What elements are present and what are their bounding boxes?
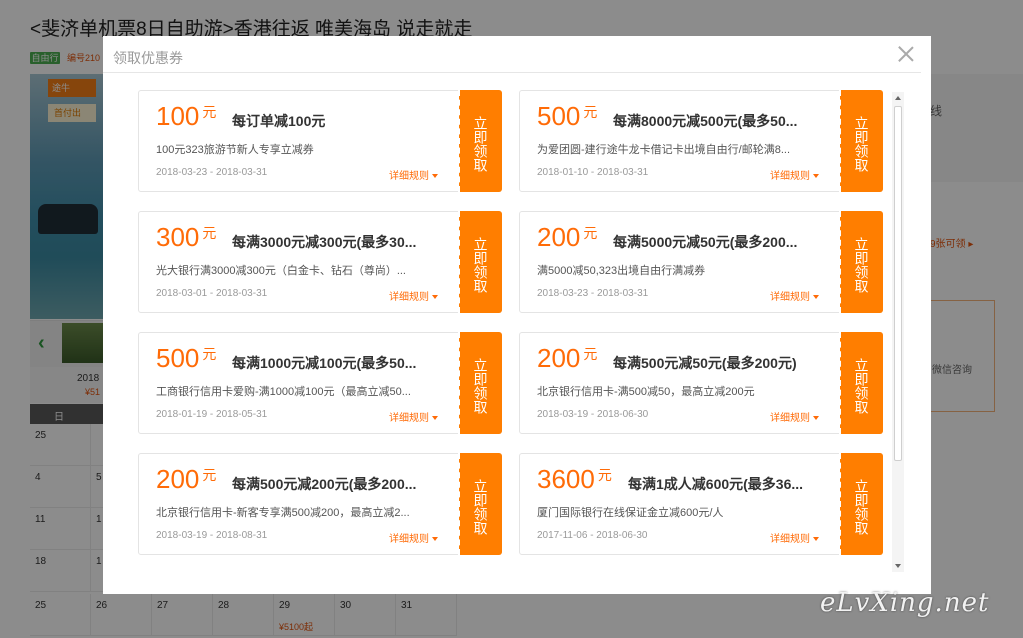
coupon-validity: 2018-03-01 - 2018-03-31: [156, 288, 268, 299]
coupon-description: 北京银行信用卡-满500减50，最高立减200元: [537, 386, 755, 398]
coupon-unit: 元: [597, 467, 612, 483]
coupon-modal: 领取优惠券 100 元每订单减100元 100元323旅游节新人专享立减券 2018-…: [103, 36, 931, 594]
coupon-card: 500 元每满8000元减500元(最多50... 为爱团圆-建行途牛龙卡借记卡出境…: [519, 90, 883, 192]
coupon-validity: 2018-03-19 - 2018-06-30: [537, 409, 649, 420]
coupon-description: 100元323旅游节新人专享立减券: [156, 144, 314, 156]
claim-label: 立即领取: [853, 479, 870, 535]
coupon-rules-link[interactable]: 详细规则: [389, 530, 438, 545]
coupon-rules-link[interactable]: 详细规则: [389, 167, 438, 182]
coupon-validity: 2017-11-06 - 2018-06-30: [537, 530, 648, 541]
coupon-name: 每满500元减200元(最多200...: [232, 476, 417, 492]
coupon-card: 200 元每满5000元减50元(最多200... 满5000减50,323出境自由…: [519, 211, 883, 313]
coupon-rules-link[interactable]: 详细规则: [770, 530, 819, 545]
coupon-description: 工商银行信用卡爱购-满1000减100元（最高立减50...: [156, 386, 411, 398]
coupon-rules-link[interactable]: 详细规则: [770, 409, 819, 424]
coupon-name: 每满1000元减100元(最多50...: [232, 355, 417, 371]
claim-coupon-button[interactable]: 立即领取: [839, 90, 883, 192]
coupon-name: 每满5000元减50元(最多200...: [613, 234, 798, 250]
coupon-card: 3600 元每满1成人减600元(最多36... 厦门国际银行在线保证金立减600元…: [519, 453, 883, 555]
coupon-card: 500 元每满1000元减100元(最多50... 工商银行信用卡爱购-满1000减…: [138, 332, 502, 434]
claim-coupon-button[interactable]: 立即领取: [458, 90, 502, 192]
coupon-validity: 2018-03-23 - 2018-03-31: [156, 167, 268, 178]
coupon-unit: 元: [583, 346, 598, 362]
claim-coupon-button[interactable]: 立即领取: [458, 453, 502, 555]
coupon-unit: 元: [202, 467, 217, 483]
coupon-unit: 元: [202, 225, 217, 241]
coupon-amount: 200 元: [537, 343, 598, 373]
claim-label: 立即领取: [853, 358, 870, 414]
coupon-description: 厦门国际银行在线保证金立减600元/人: [537, 507, 724, 519]
claim-label: 立即领取: [853, 116, 870, 172]
coupon-validity: 2018-03-19 - 2018-08-31: [156, 530, 268, 541]
claim-coupon-button[interactable]: 立即领取: [458, 211, 502, 313]
coupon-name: 每满1成人减600元(最多36...: [628, 476, 804, 492]
caret-down-icon: [432, 174, 438, 179]
coupon-validity: 2018-01-10 - 2018-03-31: [537, 167, 649, 178]
caret-down-icon: [813, 537, 819, 542]
watermark: eLvXing.net: [820, 588, 990, 618]
coupon-description: 满5000减50,323出境自由行满减券: [537, 265, 706, 277]
caret-down-icon: [432, 416, 438, 421]
coupon-rules-link[interactable]: 详细规则: [770, 288, 819, 303]
coupon-rules-link[interactable]: 详细规则: [389, 288, 438, 303]
claim-label: 立即领取: [853, 237, 870, 293]
coupon-amount: 3600 元: [537, 464, 612, 494]
coupon-amount: 200 元: [156, 464, 217, 494]
coupon-card: 200 元每满500元减50元(最多200元) 北京银行信用卡-满500减50，最高…: [519, 332, 883, 434]
coupon-card: 300 元每满3000元减300元(最多30... 光大银行满3000减300元（白…: [138, 211, 502, 313]
coupon-unit: 元: [583, 104, 598, 120]
claim-coupon-button[interactable]: 立即领取: [839, 211, 883, 313]
caret-down-icon: [813, 174, 819, 179]
scroll-up-icon[interactable]: [895, 96, 901, 100]
coupon-name: 每满500元减50元(最多200元): [613, 355, 797, 371]
claim-label: 立即领取: [472, 479, 489, 535]
coupon-name: 每满8000元减500元(最多50...: [613, 113, 798, 129]
caret-down-icon: [432, 295, 438, 300]
claim-label: 立即领取: [472, 116, 489, 172]
coupon-description: 为爱团圆-建行途牛龙卡借记卡出境自由行/邮轮满8...: [537, 144, 791, 156]
coupon-unit: 元: [202, 104, 217, 120]
caret-down-icon: [813, 416, 819, 421]
coupon-card: 100 元每订单减100元 100元323旅游节新人专享立减券 2018-03-23 …: [138, 90, 502, 192]
caret-down-icon: [813, 295, 819, 300]
claim-label: 立即领取: [472, 237, 489, 293]
coupon-card: 200 元每满500元减200元(最多200... 北京银行信用卡-新客专享满500…: [138, 453, 502, 555]
scrollbar-thumb[interactable]: [894, 106, 902, 461]
coupon-validity: 2018-03-23 - 2018-03-31: [537, 288, 649, 299]
coupon-description: 光大银行满3000减300元（白金卡、钻石（尊尚）...: [156, 265, 406, 277]
coupon-amount: 500 元: [156, 343, 217, 373]
modal-title: 领取优惠券: [113, 50, 183, 66]
claim-coupon-button[interactable]: 立即领取: [839, 453, 883, 555]
scrollbar[interactable]: [892, 92, 904, 572]
coupon-rules-link[interactable]: 详细规则: [770, 167, 819, 182]
close-icon[interactable]: [896, 44, 916, 64]
coupon-amount: 200 元: [537, 222, 598, 252]
claim-coupon-button[interactable]: 立即领取: [458, 332, 502, 434]
coupon-validity: 2018-01-19 - 2018-05-31: [156, 409, 268, 420]
coupon-list: 100 元每订单减100元 100元323旅游节新人专享立减券 2018-03-23 …: [138, 90, 908, 572]
caret-down-icon: [432, 537, 438, 542]
coupon-name: 每订单减100元: [232, 113, 326, 129]
coupon-amount: 100 元: [156, 101, 217, 131]
claim-coupon-button[interactable]: 立即领取: [839, 332, 883, 434]
coupon-description: 北京银行信用卡-新客专享满500减200，最高立减2...: [156, 507, 410, 519]
coupon-unit: 元: [583, 225, 598, 241]
coupon-amount: 300 元: [156, 222, 217, 252]
coupon-rules-link[interactable]: 详细规则: [389, 409, 438, 424]
claim-label: 立即领取: [472, 358, 489, 414]
coupon-name: 每满3000元减300元(最多30...: [232, 234, 417, 250]
coupon-unit: 元: [202, 346, 217, 362]
coupon-amount: 500 元: [537, 101, 598, 131]
scroll-down-icon[interactable]: [895, 564, 901, 568]
modal-header: 领取优惠券: [103, 36, 921, 73]
